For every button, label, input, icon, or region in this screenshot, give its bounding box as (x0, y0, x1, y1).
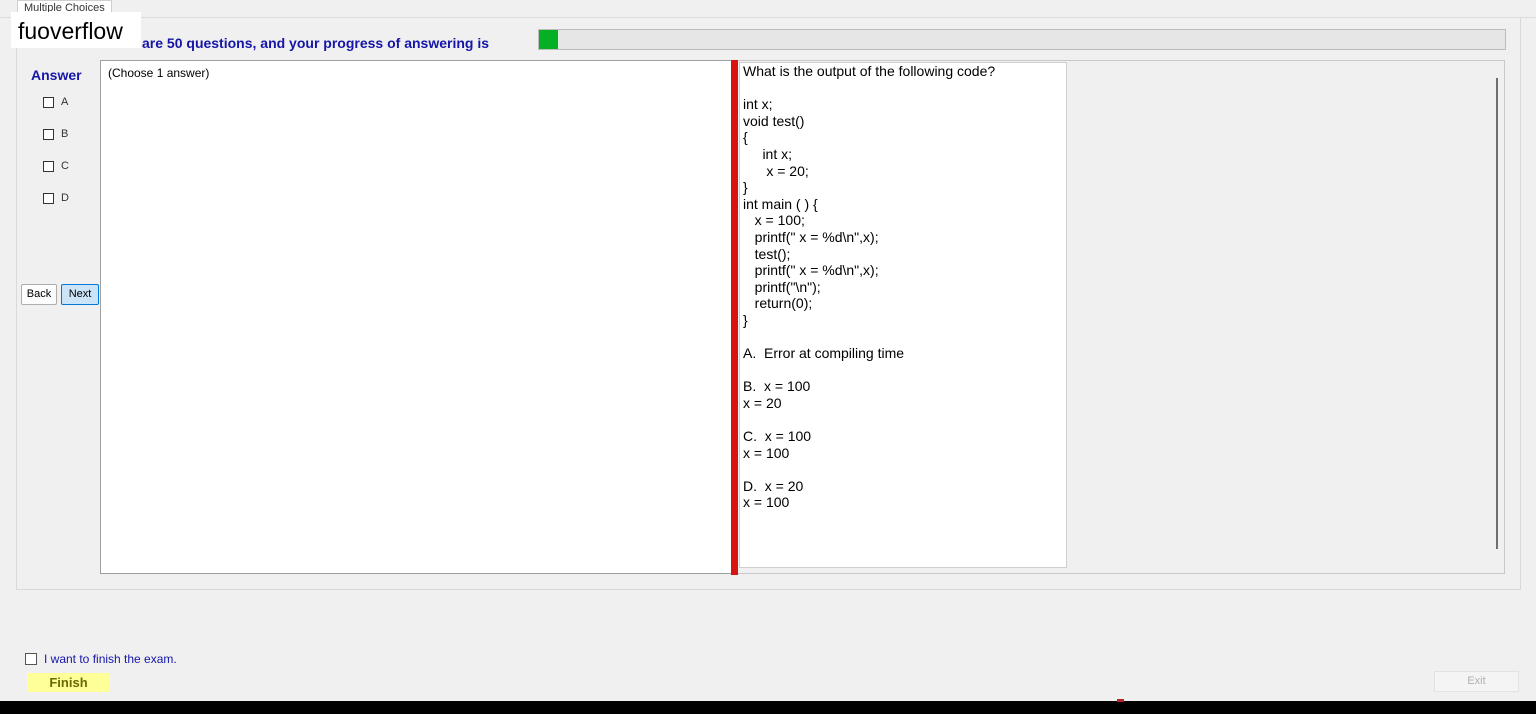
option-a-label: A (61, 96, 69, 108)
option-c[interactable]: C (43, 159, 69, 173)
option-b[interactable]: B (43, 127, 68, 141)
progress-label: There are 50 questions, and your progres… (100, 35, 489, 51)
finish-confirm-checkbox[interactable]: I want to finish the exam. (25, 652, 177, 666)
option-b-checkbox[interactable] (43, 128, 54, 140)
back-button[interactable]: Back (21, 284, 57, 305)
answer-title: Answer (31, 67, 82, 83)
choose-instruction: (Choose 1 answer) (108, 66, 210, 80)
taskbar-strip (0, 701, 1536, 714)
option-d-label: D (61, 192, 69, 204)
pane-splitter[interactable] (731, 60, 738, 575)
option-a[interactable]: A (43, 95, 68, 109)
option-a-checkbox[interactable] (43, 96, 54, 108)
progress-bar-fill (539, 30, 559, 49)
taskbar-indicator (1117, 699, 1124, 702)
option-d[interactable]: D (43, 191, 69, 205)
option-d-checkbox[interactable] (43, 192, 54, 204)
vertical-scrollbar[interactable] (1496, 78, 1498, 549)
option-c-checkbox[interactable] (43, 160, 54, 172)
next-button[interactable]: Next (61, 284, 99, 305)
answer-input-pane[interactable] (100, 60, 733, 574)
option-c-label: C (61, 160, 69, 172)
finish-button[interactable]: Finish (27, 673, 110, 692)
option-b-label: B (61, 128, 69, 140)
finish-confirm-label: I want to finish the exam. (44, 652, 177, 666)
finish-confirm-box[interactable] (25, 653, 37, 665)
question-text: What is the output of the following code… (743, 63, 996, 511)
watermark-label: fuoverflow (11, 12, 141, 48)
exit-button[interactable]: Exit (1434, 671, 1519, 692)
progress-bar (538, 29, 1506, 50)
